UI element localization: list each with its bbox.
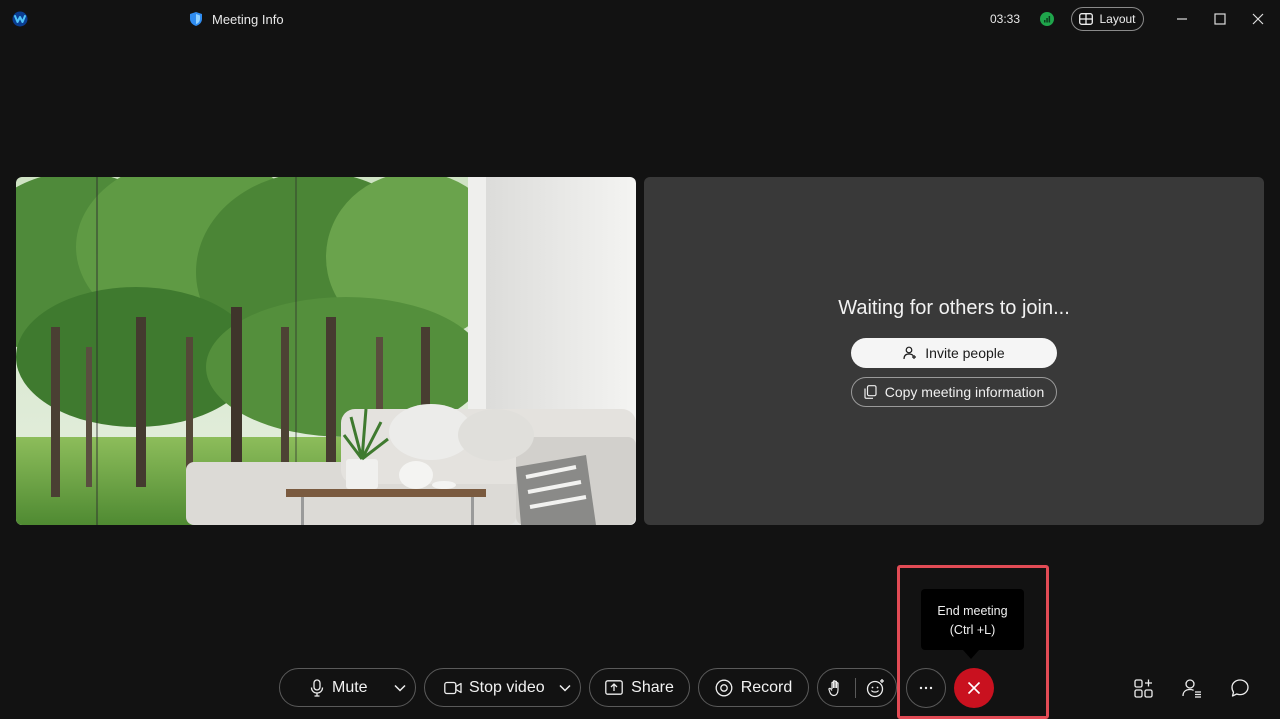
minimize-icon[interactable] (1172, 9, 1192, 29)
layout-button[interactable]: Layout (1071, 7, 1144, 31)
emoji-reaction-icon[interactable] (866, 678, 886, 698)
invite-people-label: Invite people (925, 345, 1005, 361)
audio-options-chevron-down-icon[interactable] (385, 684, 415, 692)
self-video-tile (16, 177, 636, 525)
share-label: Share (631, 678, 674, 696)
participants-button[interactable] (1180, 676, 1204, 700)
apps-button[interactable] (1132, 676, 1156, 700)
add-person-icon (903, 346, 917, 360)
mute-control: Mute (279, 668, 416, 707)
end-meeting-button[interactable] (954, 668, 994, 708)
record-label: Record (740, 678, 793, 696)
share-button[interactable]: Share (589, 668, 690, 707)
record-button[interactable]: Record (698, 668, 809, 707)
close-x-icon (967, 681, 981, 695)
copy-icon (864, 385, 877, 399)
layout-label: Layout (1099, 12, 1136, 26)
reactions-divider (854, 677, 856, 698)
waiting-tile: Waiting for others to join... Invite peo… (644, 177, 1264, 525)
grid-icon (1079, 13, 1094, 25)
video-options-chevron-down-icon[interactable] (550, 684, 580, 692)
chat-bubble-icon (1230, 678, 1250, 698)
tooltip-line-2: (Ctrl +L) (949, 623, 996, 637)
invite-people-button[interactable]: Invite people (851, 338, 1057, 368)
meeting-info-label: Meeting Info (212, 11, 284, 27)
waiting-message: Waiting for others to join... (838, 297, 1070, 319)
meeting-timer: 03:33 (990, 12, 1021, 26)
meeting-info-button[interactable]: Meeting Info (188, 10, 284, 28)
connection-status-icon[interactable] (1040, 12, 1054, 26)
video-control: Stop video (424, 668, 581, 707)
chat-button[interactable] (1228, 676, 1252, 700)
participants-icon (1182, 678, 1202, 698)
more-options-button[interactable] (906, 668, 946, 708)
tooltip-line-1: End meeting (937, 604, 1008, 618)
shield-icon (188, 11, 204, 27)
ellipsis-icon (919, 686, 933, 690)
reactions-group (817, 668, 897, 707)
stop-video-label: Stop video (469, 678, 545, 696)
microphone-icon (310, 678, 324, 697)
raise-hand-icon[interactable] (828, 679, 844, 697)
camera-icon (444, 681, 462, 695)
tooltip-arrow (963, 650, 979, 659)
copy-meeting-info-label: Copy meeting information (884, 384, 1045, 400)
webex-logo-icon (12, 11, 28, 27)
stop-video-button[interactable]: Stop video (425, 679, 550, 697)
maximize-icon[interactable] (1210, 9, 1230, 29)
title-bar: Meeting Info 03:33 Layout (0, 0, 1280, 38)
copy-meeting-info-button[interactable]: Copy meeting information (851, 377, 1057, 407)
share-screen-icon (605, 680, 623, 695)
end-meeting-tooltip: End meeting (Ctrl +L) (921, 589, 1024, 650)
virtual-background-image (16, 177, 636, 525)
record-icon (715, 679, 733, 697)
close-icon[interactable] (1248, 9, 1268, 29)
mute-button[interactable]: Mute (280, 679, 385, 697)
apps-add-icon (1134, 678, 1154, 698)
mute-label: Mute (332, 678, 368, 696)
